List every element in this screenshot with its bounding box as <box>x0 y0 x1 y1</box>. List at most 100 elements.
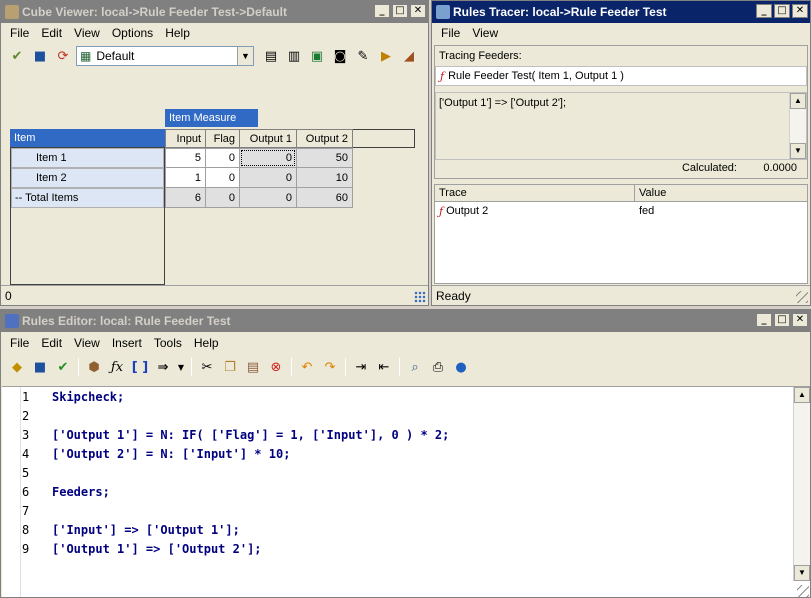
row-dimension-header[interactable]: Item <box>10 129 165 147</box>
row-header-item-1[interactable]: Item 1 <box>11 148 164 168</box>
resize-grip-icon[interactable] <box>796 291 808 303</box>
resize-grip-icon[interactable] <box>797 585 809 597</box>
function-icon[interactable]: ƒx <box>107 357 127 377</box>
paste-icon[interactable]: ▤ <box>243 357 263 377</box>
code-editor[interactable]: 1 Skipcheck; 2 3 ['Output 1'] = N: IF( ['F… <box>2 386 810 597</box>
cell-total-input[interactable]: 6 <box>165 187 206 208</box>
menu-options[interactable]: Options <box>106 26 159 40</box>
cell-item2-output1[interactable]: 0 <box>239 167 297 188</box>
outdent-icon[interactable]: ⇤ <box>374 357 394 377</box>
expression-box[interactable]: ['Output 1'] => ['Output 2']; ▲ ▼ <box>435 92 807 160</box>
row-header-total-items[interactable]: -- Total Items <box>11 188 164 208</box>
maximize-button[interactable]: □ <box>774 313 790 327</box>
copy-icon[interactable]: ❐ <box>220 357 240 377</box>
rules-tracer-window: Rules Tracer: local->Rule Feeder Test _ … <box>431 0 811 306</box>
delete-icon[interactable]: ⊗ <box>266 357 286 377</box>
print-icon[interactable]: ⎙ <box>428 357 448 377</box>
redo-icon[interactable]: ↷ <box>320 357 340 377</box>
menu-file[interactable]: File <box>4 336 35 350</box>
scroll-down-icon[interactable]: ▼ <box>794 565 810 581</box>
cell-item2-flag[interactable]: 0 <box>205 167 240 188</box>
calculated-value: 0.0000 <box>763 162 797 174</box>
minimize-button[interactable]: _ <box>374 4 390 18</box>
chevron-down-icon[interactable]: ▼ <box>237 47 253 65</box>
menu-edit[interactable]: Edit <box>35 26 68 40</box>
rules-tracer-titlebar[interactable]: Rules Tracer: local->Rule Feeder Test _ … <box>432 1 810 23</box>
menu-insert[interactable]: Insert <box>106 336 148 350</box>
arrow-right-icon[interactable]: ▶ <box>376 46 396 66</box>
value-col-header[interactable]: Value <box>635 185 807 201</box>
menu-file[interactable]: File <box>435 26 466 40</box>
menu-view[interactable]: View <box>68 26 106 40</box>
cell-item1-output1[interactable]: 0 <box>239 148 297 168</box>
status-text: 0 <box>5 288 12 303</box>
edit-icon[interactable]: ✎ <box>353 46 373 66</box>
cell-item1-input[interactable]: 5 <box>165 148 206 168</box>
minimize-button[interactable]: _ <box>756 313 772 327</box>
find-icon[interactable]: ⌕ <box>405 357 425 377</box>
feeder-arrow-icon[interactable]: ⇒ <box>153 357 173 377</box>
close-button[interactable]: ✕ <box>792 313 808 327</box>
save-icon[interactable]: ■ <box>30 357 50 377</box>
calculator-icon[interactable]: ▤ <box>261 46 281 66</box>
open-icon[interactable]: ◆ <box>7 357 27 377</box>
menu-file[interactable]: File <box>4 26 35 40</box>
menu-help[interactable]: Help <box>159 26 196 40</box>
code-line: 9 ['Output 1'] => ['Output 2']; <box>2 539 262 558</box>
cell-total-output2[interactable]: 60 <box>296 187 353 208</box>
col-header-output-1[interactable]: Output 1 <box>239 129 297 148</box>
cell-total-flag[interactable]: 0 <box>205 187 240 208</box>
camera-icon[interactable]: ◙ <box>330 46 350 66</box>
brackets-icon[interactable]: [ ] <box>130 357 150 377</box>
row-header-item-2[interactable]: Item 2 <box>11 168 164 188</box>
cell-item1-output2[interactable]: 50 <box>296 148 353 168</box>
trace-row[interactable]: ƒ Output 2 fed <box>435 202 807 220</box>
cube-icon[interactable]: ⬢ <box>84 357 104 377</box>
view-select[interactable]: ▦ Default ▼ <box>76 46 254 66</box>
cube-viewer-titlebar[interactable]: Cube Viewer: local->Rule Feeder Test->De… <box>1 1 428 23</box>
cell-total-output1[interactable]: 0 <box>239 187 297 208</box>
line-number: 2 <box>22 408 30 423</box>
save-icon[interactable]: ■ <box>30 46 50 66</box>
scroll-up-icon[interactable]: ▲ <box>790 93 806 109</box>
minimize-button[interactable]: _ <box>756 4 772 18</box>
chevron-down-icon[interactable]: ▼ <box>176 357 186 377</box>
check-syntax-icon[interactable]: ✔ <box>53 357 73 377</box>
close-button[interactable]: ✕ <box>410 4 426 18</box>
cell-item2-output2[interactable]: 10 <box>296 167 353 188</box>
scroll-up-icon[interactable]: ▲ <box>794 387 810 403</box>
cell-item2-input[interactable]: 1 <box>165 167 206 188</box>
col-header-input[interactable]: Input <box>165 129 206 148</box>
refresh-icon[interactable]: ⟳ <box>53 46 73 66</box>
rules-editor-titlebar[interactable]: Rules Editor: local: Rule Feeder Test _ … <box>1 310 810 332</box>
trace-cell-label: Output 2 <box>446 205 489 217</box>
trace-col-header[interactable]: Trace <box>435 185 635 201</box>
scroll-down-icon[interactable]: ▼ <box>790 143 806 159</box>
close-button[interactable]: ✕ <box>792 4 808 18</box>
recalc-icon[interactable]: ✔ <box>7 46 27 66</box>
excel-icon[interactable]: ▣ <box>307 46 327 66</box>
toolbar-separator <box>399 358 400 376</box>
help-icon[interactable]: ● <box>451 357 471 377</box>
menu-view[interactable]: View <box>68 336 106 350</box>
col-header-flag[interactable]: Flag <box>205 129 240 148</box>
menu-help[interactable]: Help <box>188 336 225 350</box>
editor-scrollbar[interactable]: ▲ ▼ <box>793 387 810 581</box>
maximize-button[interactable]: □ <box>392 4 408 18</box>
menu-edit[interactable]: Edit <box>35 336 68 350</box>
tracing-item[interactable]: ƒ Rule Feeder Test( Item 1, Output 1 ) <box>435 66 807 86</box>
col-header-output-2[interactable]: Output 2 <box>296 129 353 148</box>
cut-icon[interactable]: ✂ <box>197 357 217 377</box>
indent-icon[interactable]: ⇥ <box>351 357 371 377</box>
menu-view[interactable]: View <box>466 26 504 40</box>
expression-scrollbar[interactable]: ▲ ▼ <box>789 93 806 159</box>
eraser-icon[interactable]: ◢ <box>399 46 419 66</box>
rules-editor-toolbar: ◆ ■ ✔ ⬢ ƒx [ ] ⇒ ▼ ✂ ❐ ▤ ⊗ ↶ ↷ ⇥ ⇤ ⌕ ⎙ ● <box>1 354 810 380</box>
resize-grip-icon[interactable] <box>414 291 426 303</box>
spreadsheet-icon[interactable]: ▥ <box>284 46 304 66</box>
undo-icon[interactable]: ↶ <box>297 357 317 377</box>
menu-tools[interactable]: Tools <box>148 336 188 350</box>
column-dimension-header[interactable]: Item Measure <box>165 109 258 127</box>
maximize-button[interactable]: □ <box>774 4 790 18</box>
cell-item1-flag[interactable]: 0 <box>205 148 240 168</box>
